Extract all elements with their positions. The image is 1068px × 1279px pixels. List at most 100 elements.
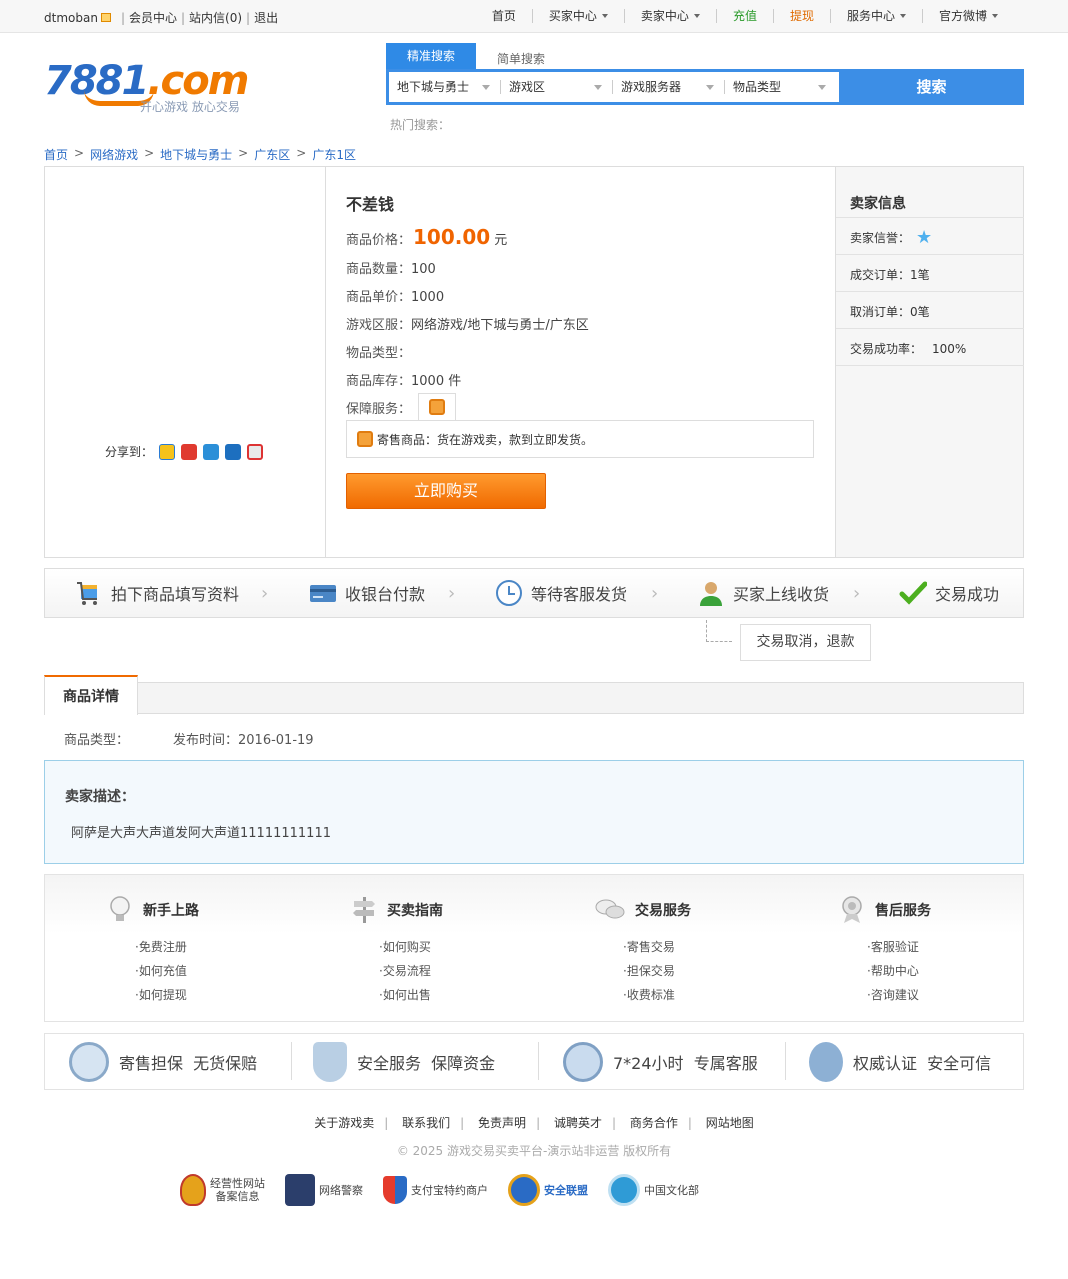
lightbulb-icon — [110, 896, 130, 921]
guarantee-text: 寄售商品：货在游戏卖，款到立即发货。 — [377, 432, 594, 447]
user-icon — [700, 582, 722, 606]
game-area-select[interactable]: 游戏区 — [501, 72, 612, 102]
badge-alipay[interactable]: 支付宝特约商户 — [383, 1176, 488, 1204]
help-column-guide: 买卖指南 ·如何购买 ·交易流程 ·如何出售 — [351, 895, 551, 1007]
detail-publish-time: 发布时间：2016-01-19 — [173, 733, 314, 748]
nav-recharge[interactable]: 充值 — [715, 9, 773, 23]
seller-credit: 卖家信誉： ★ — [850, 226, 933, 248]
guarantee-item: 寄售担保 无货保赔 — [69, 1034, 257, 1089]
price-unit: 元 — [494, 233, 508, 248]
guarantee-box: 寄售商品：货在游戏卖，款到立即发货。 — [346, 420, 814, 458]
logout-link[interactable]: 退出 — [254, 9, 278, 26]
top-bar: dtmoban | 会员中心 | 站内信(0) | 退出 首页 买家中心 卖家中… — [0, 0, 1068, 33]
footer-link-disclaimer[interactable]: 免责声明 — [478, 1116, 526, 1130]
help-link[interactable]: ·担保交易 — [623, 959, 795, 983]
help-link[interactable]: ·免费注册 — [135, 935, 307, 959]
tencent-weibo-share-icon[interactable] — [203, 443, 220, 460]
step-cancel-refund: 交易取消，退款 — [740, 624, 871, 661]
logo-slogan: 开心游戏 放心交易 — [140, 100, 240, 114]
seller-description-text: 阿萨是大声大声道发阿大声道11111111111 — [71, 826, 331, 841]
footer-link-jobs[interactable]: 诚聘英才 — [554, 1116, 602, 1130]
breadcrumb: 首页 > 网络游戏 > 地下城与勇士 > 广东区 > 广东1区 — [44, 146, 356, 163]
police-badge-icon — [180, 1174, 206, 1206]
footer-link-about[interactable]: 关于游戏卖 — [314, 1116, 374, 1130]
chevron-down-icon — [601, 14, 608, 18]
help-link[interactable]: ·寄售交易 — [623, 935, 795, 959]
share-bar: 分享到： — [105, 443, 264, 460]
help-link[interactable]: ·咨询建议 — [867, 983, 1039, 1007]
footer-link-sitemap[interactable]: 网站地图 — [706, 1116, 754, 1130]
badge-culture-ministry[interactable]: 中国文化部 — [608, 1174, 699, 1206]
footer-link-contact[interactable]: 联系我们 — [402, 1116, 450, 1130]
help-column-aftersale: 售后服务 ·客服验证 ·帮助中心 ·咨询建议 — [839, 895, 1039, 1007]
help-link[interactable]: ·帮助中心 — [867, 959, 1039, 983]
qzone-share-icon[interactable] — [159, 443, 176, 460]
search-box: 精准搜索 简单搜索 地下城与勇士 游戏区 游戏服务器 物品类型 搜索 — [386, 43, 1024, 105]
step-success: 交易成功 — [899, 569, 999, 617]
chevron-right-icon: › — [853, 583, 861, 604]
shield-icon — [313, 1041, 347, 1082]
product-quantity: 100 — [411, 262, 436, 277]
medal-icon — [842, 896, 862, 923]
help-link[interactable]: ·如何购买 — [379, 935, 551, 959]
user-links: dtmoban | 会员中心 | 站内信(0) | 退出 — [44, 9, 279, 26]
badge-security-alliance[interactable]: 安全联盟 — [508, 1174, 588, 1206]
step-receive: 买家上线收货 — [697, 569, 829, 617]
breadcrumb-area[interactable]: 广东区 — [254, 146, 290, 163]
consignment-icon — [429, 399, 445, 415]
help-link[interactable]: ·客服验证 — [867, 935, 1039, 959]
help-section: 新手上路 ·免费注册 ·如何充值 ·如何提现 买卖指南 ·如何购买 ·交易流程 … — [44, 874, 1024, 1022]
step-order: 拍下商品填写资料 — [75, 569, 239, 617]
chevron-down-icon — [693, 14, 700, 18]
product-panel: 分享到： 不差钱 商品价格： 100.00 元 商品数量： 100 商品单价： … — [44, 166, 1024, 558]
site-logo[interactable]: 7881.com 开心游戏 放心交易 — [44, 58, 249, 116]
clock-icon — [496, 580, 522, 606]
tab-precise-search[interactable]: 精准搜索 — [386, 43, 476, 70]
messages-link[interactable]: 站内信(0) — [189, 9, 242, 26]
buy-now-button[interactable]: 立即购买 — [346, 473, 546, 509]
username-link[interactable]: dtmoban — [44, 11, 98, 25]
nav-home[interactable]: 首页 — [476, 9, 532, 23]
game-select[interactable]: 地下城与勇士 — [389, 72, 500, 102]
product-price: 100.00 — [413, 225, 491, 249]
help-link[interactable]: ·如何充值 — [135, 959, 307, 983]
stock-row: 商品库存： 1000 件 — [346, 370, 461, 389]
help-link[interactable]: ·收费标准 — [623, 983, 795, 1007]
help-link[interactable]: ·交易流程 — [379, 959, 551, 983]
nav-withdraw[interactable]: 提现 — [772, 9, 830, 23]
nav-official-weibo[interactable]: 官方微博 — [921, 9, 1014, 23]
server-row: 游戏区服： 网络游戏/地下城与勇士/广东区 — [346, 314, 589, 333]
guarantee-tab[interactable] — [418, 393, 456, 420]
item-type-select[interactable]: 物品类型 — [725, 72, 836, 102]
seller-info: 卖家信息 卖家信誉： ★ 成交订单：1笔 取消订单：0笔 交易成功率： 100% — [835, 167, 1024, 557]
search-button[interactable]: 搜索 — [839, 69, 1024, 105]
seller-description: 卖家描述： 阿萨是大声大声道发阿大声道11111111111 — [44, 760, 1024, 864]
badge-icp[interactable]: 经营性网站 备案信息 — [180, 1174, 265, 1206]
nav-service-center[interactable]: 服务中心 — [829, 9, 922, 23]
weibo-share-icon[interactable] — [181, 443, 198, 460]
help-link[interactable]: ·如何出售 — [379, 983, 551, 1007]
seller-info-title: 卖家信息 — [850, 196, 906, 212]
top-nav: 首页 买家中心 卖家中心 充值 提现 服务中心 官方微博 — [476, 9, 1014, 23]
step-pay: 收银台付款 — [309, 569, 425, 617]
mail-icon[interactable] — [100, 13, 111, 22]
nav-seller-center[interactable]: 卖家中心 — [623, 9, 716, 23]
breadcrumb-home[interactable]: 首页 — [44, 146, 68, 163]
tab-product-detail[interactable]: 商品详情 — [44, 675, 138, 715]
nav-buyer-center[interactable]: 买家中心 — [531, 9, 624, 23]
footer-link-business[interactable]: 商务合作 — [630, 1116, 678, 1130]
guarantee-item: 7*24小时 专属客服 — [563, 1034, 758, 1089]
service-clock-icon — [563, 1041, 603, 1082]
breadcrumb-online-games[interactable]: 网络游戏 — [90, 146, 138, 163]
product-stock: 1000 件 — [411, 374, 462, 389]
renren-share-icon[interactable] — [225, 443, 242, 460]
member-center-link[interactable]: 会员中心 — [129, 9, 177, 26]
help-link[interactable]: ·如何提现 — [135, 983, 307, 1007]
badge-cyber-police[interactable]: 网络警察 — [285, 1174, 363, 1206]
breadcrumb-server[interactable]: 广东1区 — [312, 146, 356, 163]
guarantee-row: 保障服务： — [346, 402, 412, 417]
star-icon: ★ — [916, 226, 933, 248]
game-server-select[interactable]: 游戏服务器 — [613, 72, 724, 102]
kaixin-share-icon[interactable] — [247, 443, 264, 460]
breadcrumb-game[interactable]: 地下城与勇士 — [160, 146, 232, 163]
